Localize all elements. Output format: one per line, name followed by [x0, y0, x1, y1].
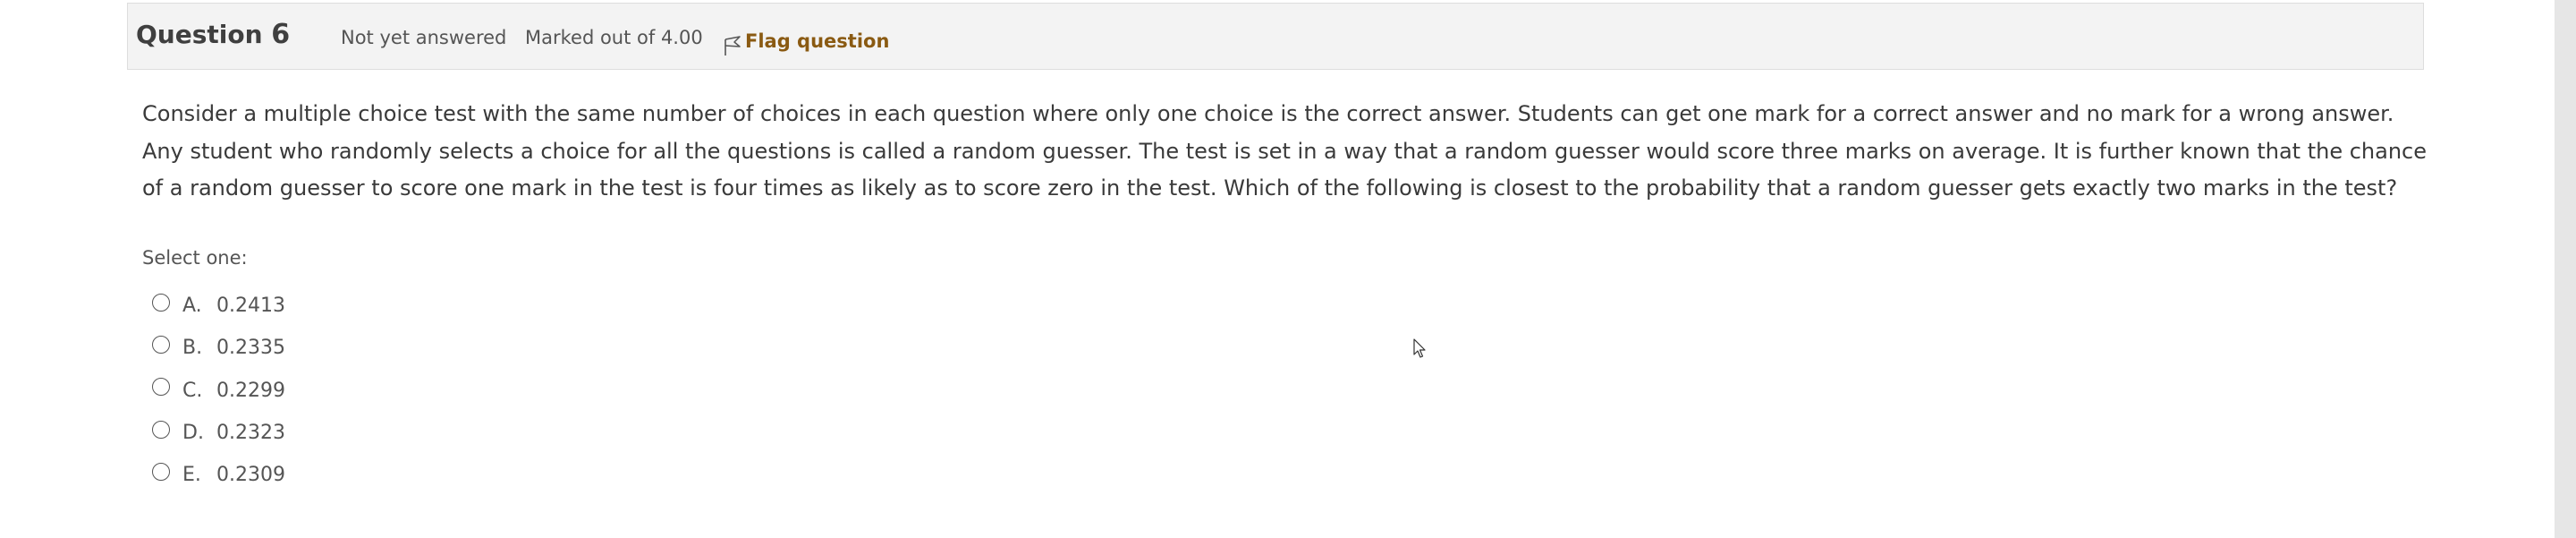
answer-list: A. 0.2413 B. 0.2335 C. 0.2299 D. 0.2323 … — [152, 285, 285, 496]
page-scrollbar[interactable] — [2555, 0, 2576, 538]
answer-letter: B. — [182, 337, 203, 360]
flag-question-link[interactable]: Flag question — [722, 25, 889, 57]
answer-option-e[interactable]: E. 0.2309 — [152, 454, 285, 496]
answer-option-b[interactable]: B. 0.2335 — [152, 327, 285, 369]
select-one-prompt: Select one: — [142, 247, 248, 269]
question-title: Question 6 — [136, 19, 290, 50]
answer-letter: D. — [182, 422, 204, 445]
question-state: Not yet answered — [341, 27, 507, 48]
answer-value: 0.2413 — [216, 295, 285, 318]
question-grade: Marked out of 4.00 — [525, 27, 703, 48]
answer-letter: A. — [182, 295, 202, 318]
answer-value: 0.2323 — [216, 422, 285, 445]
quiz-page: Question 6 Not yet answered Marked out o… — [0, 0, 2576, 538]
flag-icon — [722, 34, 743, 57]
question-info-bar: Question 6 Not yet answered Marked out o… — [127, 3, 2424, 70]
answer-value: 0.2299 — [216, 379, 285, 402]
radio-button[interactable] — [152, 378, 170, 397]
radio-button[interactable] — [152, 462, 170, 481]
answer-option-c[interactable]: C. 0.2299 — [152, 370, 285, 412]
question-number: 6 — [271, 19, 291, 50]
answer-letter: C. — [182, 379, 203, 402]
answer-value: 0.2309 — [216, 464, 285, 487]
radio-button[interactable] — [152, 293, 170, 312]
flag-question-label: Flag question — [745, 30, 890, 52]
question-text-paragraph: Consider a multiple choice test with the… — [142, 101, 2428, 201]
answer-letter: E. — [182, 464, 201, 487]
answer-option-a[interactable]: A. 0.2413 — [152, 285, 285, 327]
question-title-prefix: Question — [136, 20, 263, 49]
answer-value: 0.2335 — [216, 337, 285, 360]
mouse-pointer-icon — [1413, 338, 1428, 360]
answer-option-d[interactable]: D. 0.2323 — [152, 412, 285, 454]
radio-button[interactable] — [152, 420, 170, 439]
question-text: Consider a multiple choice test with the… — [142, 96, 2432, 208]
radio-button[interactable] — [152, 335, 170, 354]
